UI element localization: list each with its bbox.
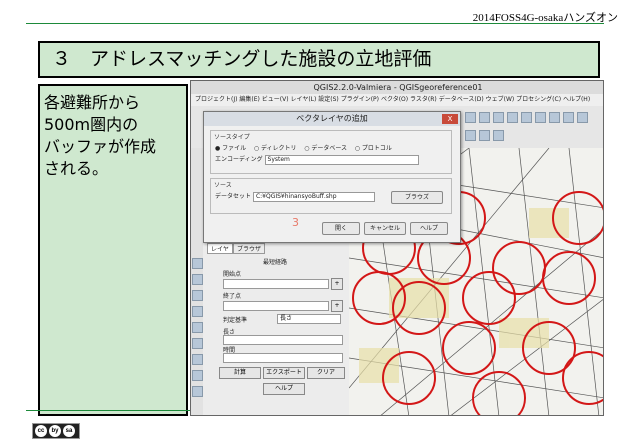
menu-item-help[interactable]: ヘルプ(H) (563, 96, 590, 103)
length-output (223, 335, 343, 345)
add-wms-icon[interactable] (192, 322, 203, 333)
radio-file[interactable]: ● ファイル (215, 145, 246, 152)
export-button[interactable]: エクスポート (263, 367, 305, 379)
qgis-screenshot: QGIS2.2.0-Valmiera - QGISgeoreference01 … (190, 80, 604, 416)
toolbar-identify-icon[interactable] (507, 112, 518, 123)
toolbar-raster-icon[interactable] (479, 130, 490, 141)
dataset-label: データセット (215, 193, 252, 200)
add-csv-icon[interactable] (192, 354, 203, 365)
start-point-input[interactable] (223, 279, 329, 289)
menu-item-vector[interactable]: ベクタ(O) (381, 96, 408, 103)
menu-item-edit[interactable]: 編集(E) (239, 96, 259, 103)
end-point-input[interactable] (223, 301, 329, 311)
qgis-window-title: QGIS2.2.0-Valmiera - QGISgeoreference01 (191, 81, 603, 94)
criterion-label: 判定基準 (223, 317, 248, 324)
panel-help-button[interactable]: ヘルプ (263, 383, 305, 395)
menu-item-raster[interactable]: ラスタ(R) (410, 96, 437, 103)
encoding-row: エンコーディング System (211, 153, 451, 166)
encoding-select[interactable]: System (264, 154, 419, 165)
add-spatialite-icon[interactable] (192, 306, 203, 317)
cc-icon: cc (35, 425, 47, 437)
menu-item-web[interactable]: ウェブ(W) (486, 96, 515, 103)
menu-item-layer[interactable]: レイヤ(L) (291, 96, 317, 103)
toolbar-help-icon[interactable] (577, 112, 588, 123)
toolbar-db-icon[interactable] (493, 130, 504, 141)
side-line: バッファが作成 (44, 137, 157, 156)
add-postgis-icon[interactable] (192, 290, 203, 301)
creative-commons-badge: cc by sa (32, 423, 80, 439)
dialog-title: ベクタレイヤの追加 X (204, 112, 460, 126)
start-point-label: 開始点 (223, 271, 242, 278)
road-graph-panel: レイヤ ブラウザ 最短経路 開始点 + 終了点 + 判定基準 長さ 長さ 時間 … (203, 241, 350, 415)
clear-button[interactable]: クリア (307, 367, 345, 379)
menu-item-database[interactable]: データベース(D) (439, 96, 484, 103)
source-label: ソース (214, 182, 232, 189)
source-group: ソース データセット C:¥QGIS¥hinansyoBuff.shp ブラウズ (210, 178, 452, 214)
toolbar-label-icon[interactable] (535, 112, 546, 123)
source-type-label: ソースタイプ (214, 134, 250, 141)
toolbar-vector-icon[interactable] (465, 130, 476, 141)
dataset-input[interactable]: C:¥QGIS¥hinansyoBuff.shp (252, 191, 375, 202)
add-vector-layer-dialog: ベクタレイヤの追加 X ソースタイプ ● ファイル ○ ディレクトリ ○ データ… (203, 111, 461, 243)
source-type-options: ● ファイル ○ ディレクトリ ○ データベース ○ プロトコル (211, 142, 451, 153)
toolbar-select-icon[interactable] (493, 112, 504, 123)
end-point-pick-button[interactable]: + (331, 300, 343, 312)
step-marker: 3 (292, 216, 299, 229)
side-line: 各避難所から (44, 93, 141, 112)
side-text-box: 各避難所から 500m圏内の バッファが作成 される。 (38, 84, 188, 416)
dialog-close-button[interactable]: X (442, 114, 458, 124)
menu-item-processing[interactable]: プロセシング(C) (516, 96, 561, 103)
source-type-group: ソースタイプ ● ファイル ○ ディレクトリ ○ データベース ○ プロトコル … (210, 130, 452, 174)
qgis-menubar: プロジェクト(J) 編集(E) ビュー(V) レイヤ(L) 設定(S) プラグイ… (191, 94, 603, 106)
open-button[interactable]: 開く (322, 222, 360, 235)
browse-button[interactable]: ブラウズ (391, 191, 443, 204)
header-divider (26, 23, 604, 24)
toolbar-measure-icon[interactable] (521, 112, 532, 123)
radio-protocol[interactable]: ○ プロトコル (355, 145, 392, 152)
encoding-label: エンコーディング (215, 156, 263, 163)
end-point-label: 終了点 (223, 293, 242, 300)
layer-tools-bar (191, 148, 203, 415)
tab-layers[interactable]: レイヤ (207, 243, 233, 254)
radio-database[interactable]: ○ データベース (304, 145, 347, 152)
radio-directory[interactable]: ○ ディレクトリ (254, 145, 297, 152)
side-line: 500m圏内の (44, 115, 139, 134)
menu-item-view[interactable]: ビュー(V) (262, 96, 289, 103)
panel-heading: 最短経路 (263, 259, 288, 266)
calculate-button[interactable]: 計算 (219, 367, 261, 379)
toolbar-tips-icon[interactable] (563, 112, 574, 123)
toolbar-zoom-icon[interactable] (465, 112, 476, 123)
add-vector-icon[interactable] (192, 258, 203, 269)
by-icon: by (49, 425, 61, 437)
dialog-help-button[interactable]: ヘルプ (410, 222, 448, 235)
menu-item-plugins[interactable]: プラグイン(P) (341, 96, 379, 103)
add-wfs-icon[interactable] (192, 338, 203, 349)
time-output (223, 353, 343, 363)
start-point-pick-button[interactable]: + (331, 278, 343, 290)
side-line: される。 (44, 159, 109, 178)
cancel-button[interactable]: キャンセル (364, 222, 406, 235)
criterion-select[interactable]: 長さ (277, 314, 341, 324)
slide-title: ３ アドレスマッチングした施設の立地評価 (38, 41, 600, 78)
menu-item-project[interactable]: プロジェクト(J) (195, 96, 237, 103)
gps-icon[interactable] (192, 386, 203, 397)
add-raster-icon[interactable] (192, 274, 203, 285)
new-layer-icon[interactable] (192, 370, 203, 381)
sa-icon: sa (63, 425, 75, 437)
toolbar-pan-icon[interactable] (479, 112, 490, 123)
tab-browser[interactable]: ブラウザ (233, 243, 266, 254)
menu-item-settings[interactable]: 設定(S) (318, 96, 339, 103)
toolbar-refresh-icon[interactable] (549, 112, 560, 123)
